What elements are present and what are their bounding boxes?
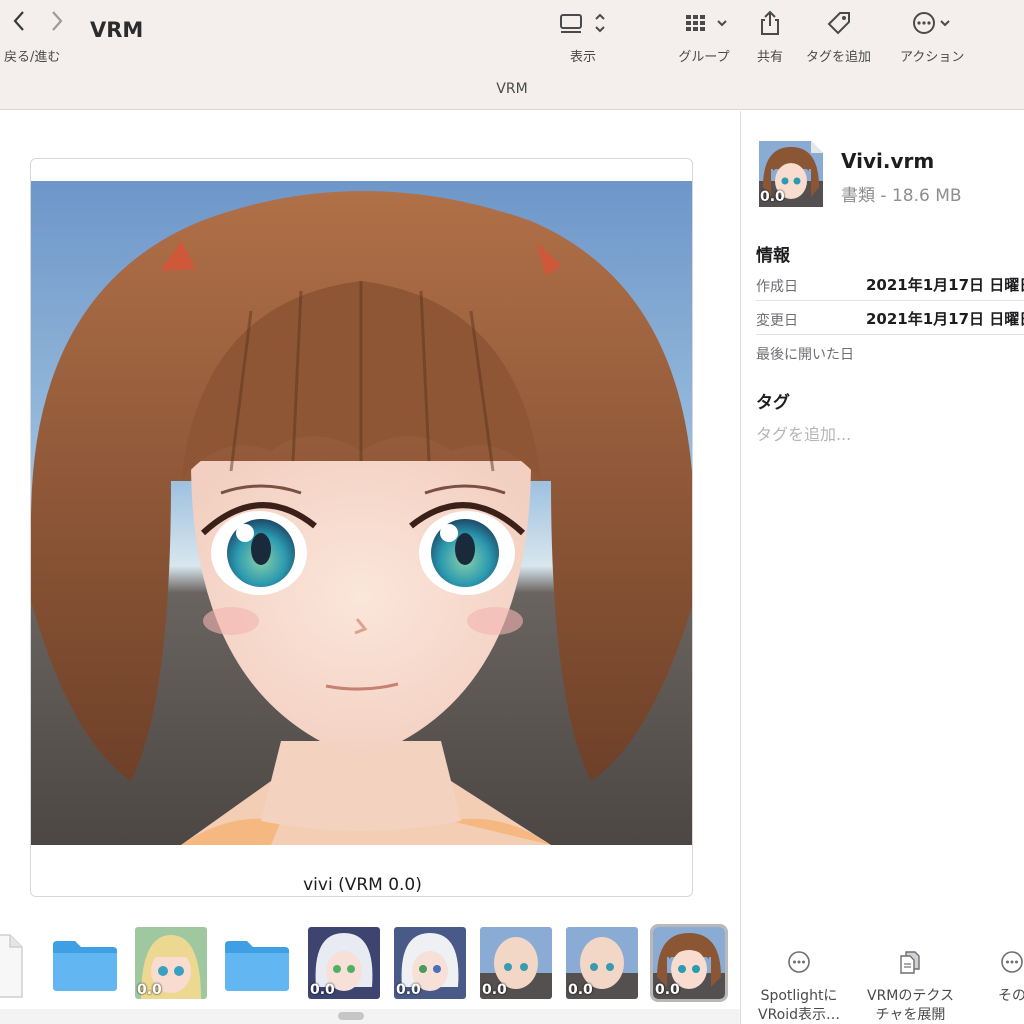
document-icon [0,934,23,998]
thumbnail-folder[interactable] [221,927,293,999]
window-title: VRM [90,18,144,42]
view-icon [558,8,608,38]
action-button[interactable]: アクション [900,8,964,65]
horizontal-scrollbar[interactable] [0,1009,740,1024]
chevron-right-icon [52,11,63,31]
view-button[interactable]: 表示 [558,8,608,65]
group-icon [676,8,732,38]
add-tag-button[interactable]: タグを追加 [806,8,871,65]
info-row-created: 作成日 2021年1月17日 日曜日 [756,268,1024,301]
version-badge: 0.0 [396,982,421,998]
ellipsis-circle-icon [997,947,1024,977]
file-kind: 書類 - 18.6 MB [841,186,962,206]
thumbnail-avatar[interactable]: 0.0 [480,927,552,999]
group-button[interactable]: グループ [676,8,732,65]
chevron-left-icon [13,11,24,31]
info-row-last-opened: 最後に開いた日 [756,336,1024,369]
share-button[interactable]: 共有 [756,8,784,65]
thumbnail-file[interactable] [0,927,32,999]
thumbnail-avatar[interactable]: 0.0 [135,927,207,999]
toolbar: 戻る/進む VRM 表示 グループ 共有 タグを追加 アクション VRM [0,0,1024,110]
quick-action-spotlight[interactable]: Spotlightに VRoid表示… [758,947,840,1024]
version-badge: 0.0 [760,189,785,205]
add-tag-field[interactable]: タグを追加... [756,421,851,445]
file-name: Vivi.vrm [841,149,935,173]
preview-pane: vivi (VRM 0.0) 0.0 0.0 0.0 0.0 0.0 0.0 [0,111,740,1024]
info-section-title: 情報 [756,246,790,266]
back-button[interactable] [8,10,30,36]
nav-label: 戻る/進む [4,50,61,65]
info-pane: 0.0 Vivi.vrm 書類 - 18.6 MB 情報 作成日 2021年1月… [741,111,1024,1024]
preview-caption: vivi (VRM 0.0) [303,875,422,895]
info-row-modified: 変更日 2021年1月17日 日曜日 [756,302,1024,335]
ellipsis-circle-icon [784,947,814,977]
quick-action-label: VRMのテクス チャを展開 [867,988,954,1023]
info-value: 2021年1月17日 日曜日 [866,276,1024,294]
thumbnail-avatar[interactable]: 0.0 [394,927,466,999]
share-icon [756,8,784,38]
version-badge: 0.0 [568,982,593,998]
forward-button[interactable] [46,10,68,36]
share-label: 共有 [756,50,783,65]
action-label: アクション [900,50,965,65]
folder-icon [53,941,117,991]
thumbnail-folder[interactable] [49,927,121,999]
avatar-preview-image[interactable] [31,181,692,845]
version-badge: 0.0 [137,982,162,998]
info-key: 変更日 [756,313,798,329]
ellipsis-circle-icon [907,8,957,38]
tag-icon [825,8,853,38]
quick-action-label: Spotlightに VRoid表示… [758,988,841,1023]
version-badge: 0.0 [482,982,507,998]
add-tag-label: タグを追加 [806,50,872,65]
file-icon: 0.0 [759,141,823,207]
preview-card: vivi (VRM 0.0) [30,158,693,897]
group-label: グループ [678,50,730,65]
thumbnail-avatar[interactable]: 0.0 [566,927,638,999]
thumbnail-strip: 0.0 0.0 0.0 0.0 0.0 0.0 [0,923,740,1003]
tags-section-title: タグ [756,393,790,413]
quick-action-extract-textures[interactable]: VRMのテクス チャを展開 [867,947,954,1024]
info-value: 2021年1月17日 日曜日 [866,310,1024,328]
quick-action-other[interactable]: その [997,947,1024,1006]
folder-icon [225,941,289,991]
info-key: 作成日 [756,279,798,295]
thumbnail-avatar[interactable]: 0.0 [308,927,380,999]
version-badge: 0.0 [655,982,680,998]
scrollbar-thumb[interactable] [338,1012,364,1020]
thumbnail-avatar-selected[interactable]: 0.0 [650,924,728,1002]
view-label: 表示 [569,50,596,65]
quick-action-label: その [998,988,1024,1004]
path-title: VRM [496,81,528,97]
version-badge: 0.0 [310,982,335,998]
info-key: 最後に開いた日 [756,347,854,363]
documents-icon [895,947,925,977]
